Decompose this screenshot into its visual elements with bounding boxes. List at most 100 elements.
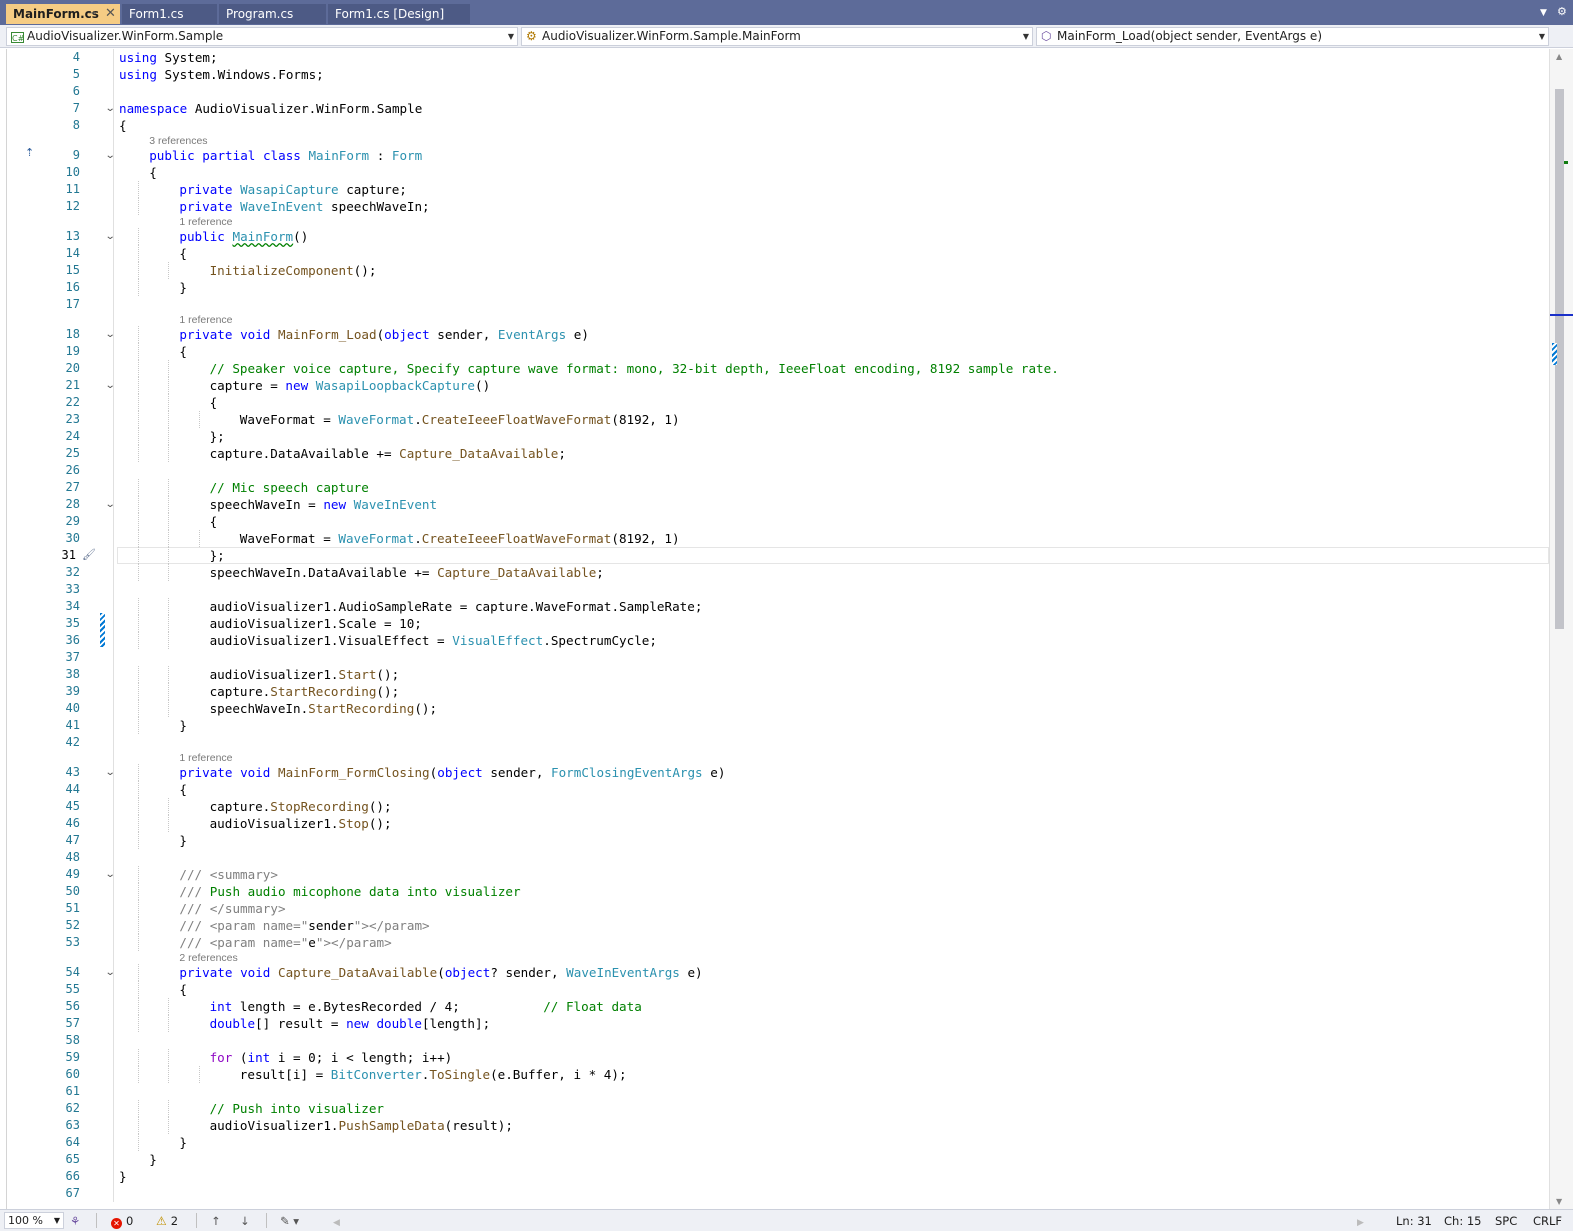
fold-chevron-icon[interactable]: ⌄	[105, 866, 116, 883]
code-line[interactable]: 33	[0, 581, 1549, 598]
code-line[interactable]: 27 // Mic speech capture	[0, 479, 1549, 496]
code-line[interactable]: 60 result[i] = BitConverter.ToSingle(e.Bu…	[0, 1066, 1549, 1083]
code-line[interactable]: 17	[0, 296, 1549, 313]
code-line[interactable]: 12 private WaveInEvent speechWaveIn;	[0, 198, 1549, 215]
code-line[interactable]: 32 speechWaveIn.DataAvailable += Capture_…	[0, 564, 1549, 581]
code-line[interactable]: 14 {	[0, 245, 1549, 262]
code-line[interactable]: 5 using System.Windows.Forms;	[0, 66, 1549, 83]
code-line[interactable]: 52 /// <param name="sender"></param>	[0, 917, 1549, 934]
implements-glyph-icon[interactable]: ⇡	[25, 146, 34, 159]
line-ending[interactable]: CRLF	[1533, 1213, 1562, 1229]
member-dropdown[interactable]: ⬡ MainForm_Load(object sender, EventArgs …	[1036, 27, 1549, 46]
code-line[interactable]: 41}	[0, 717, 1549, 734]
indentation-mode[interactable]: SPC	[1495, 1213, 1517, 1229]
code-line[interactable]: 61	[0, 1083, 1549, 1100]
code-line[interactable]: 66}	[0, 1168, 1549, 1185]
code-line[interactable]: 6	[0, 83, 1549, 100]
code-line[interactable]: 54 ⌄ private void Capture_DataAvailable(ob…	[0, 964, 1549, 981]
fold-chevron-icon[interactable]: ⌄	[105, 377, 116, 394]
code-line[interactable]: 23 WaveFormat = WaveFormat.CreateIeeeFloa…	[0, 411, 1549, 428]
code-line[interactable]: 59 for (int i = 0; i < length; i++)	[0, 1049, 1549, 1066]
fold-chevron-icon[interactable]: ⌄	[105, 100, 116, 117]
codelens-references[interactable]: 1 reference	[179, 216, 232, 228]
codelens-references[interactable]: 1 reference	[179, 752, 232, 764]
code-line[interactable]: 63 audioVisualizer1.PushSampleData(result…	[0, 1117, 1549, 1134]
tab-form1-cs[interactable]: Form1.cs	[122, 4, 217, 24]
project-dropdown[interactable]: C# AudioVisualizer.WinForm.Sample ▼	[6, 27, 518, 46]
code-line[interactable]: 57 double[] result = new double[length];	[0, 1015, 1549, 1032]
code-line[interactable]: 48	[0, 849, 1549, 866]
previous-issue-icon[interactable]: ↑	[211, 1213, 221, 1229]
code-line[interactable]: 58	[0, 1032, 1549, 1049]
code-line[interactable]: 40 speechWaveIn.StartRecording();	[0, 700, 1549, 717]
code-line[interactable]: 43 ⌄ private void MainForm_FormClosing(obj…	[0, 764, 1549, 781]
code-line[interactable]: 30 WaveFormat = WaveFormat.CreateIeeeFloa…	[0, 530, 1549, 547]
code-line[interactable]: 47}	[0, 832, 1549, 849]
code-line[interactable]: 18 ⌄ private void MainForm_Load(object sen…	[0, 326, 1549, 343]
code-line[interactable]: 28 ⌄ speechWaveIn = new WaveInEvent	[0, 496, 1549, 513]
fold-chevron-icon[interactable]: ⌄	[105, 228, 116, 245]
code-line[interactable]: 10 {	[0, 164, 1549, 181]
code-line[interactable]: 46 audioVisualizer1.Stop();	[0, 815, 1549, 832]
fold-chevron-icon[interactable]: ⌄	[105, 496, 116, 513]
code-line[interactable]: 16}	[0, 279, 1549, 296]
tab-mainform-cs[interactable]: MainForm.cs ⊸ ✕	[6, 4, 120, 24]
code-line[interactable]: 36 audioVisualizer1.VisualEffect = Visual…	[0, 632, 1549, 649]
code-line[interactable]: 20 // Speaker voice capture, Specify capt…	[0, 360, 1549, 377]
code-line[interactable]: 38 audioVisualizer1.Start();	[0, 666, 1549, 683]
copilot-icon[interactable]: ⚘	[70, 1213, 80, 1229]
code-line[interactable]: 11 private WasapiCapture capture;	[0, 181, 1549, 198]
fold-chevron-icon[interactable]: ⌄	[105, 764, 116, 781]
code-line[interactable]: 49 ⌄ /// <summary>	[0, 866, 1549, 883]
code-line[interactable]: 42	[0, 734, 1549, 751]
fold-chevron-icon[interactable]: ⌄	[105, 964, 116, 981]
close-icon[interactable]: ✕	[105, 4, 116, 24]
line-indicator[interactable]: Ln: 31	[1396, 1213, 1432, 1229]
fold-chevron-icon[interactable]: ⌄	[105, 147, 116, 164]
scroll-right-icon[interactable]: ▶	[1357, 1215, 1364, 1231]
code-line[interactable]: 34 audioVisualizer1.AudioSampleRate = cap…	[0, 598, 1549, 615]
scroll-left-icon[interactable]: ◀	[333, 1215, 340, 1231]
pin-icon[interactable]: ⊸	[88, 4, 96, 24]
code-line[interactable]: 37	[0, 649, 1549, 666]
codelens-references[interactable]: 1 reference	[179, 314, 232, 326]
tab-overflow-dropdown-icon[interactable]: ▼	[1540, 8, 1547, 18]
code-line[interactable]: 13 ⌄ public MainForm()	[0, 228, 1549, 245]
code-line[interactable]: 🖌 31};	[0, 547, 1549, 564]
code-line[interactable]: 7 ⌄ namespace AudioVisualizer.WinForm.Samp…	[0, 100, 1549, 117]
code-line[interactable]: 62 // Push into visualizer	[0, 1100, 1549, 1117]
code-line[interactable]: 44 {	[0, 781, 1549, 798]
code-line[interactable]: 21 ⌄ capture = new WasapiLoopbackCapture()	[0, 377, 1549, 394]
error-count[interactable]: ✕ 0	[111, 1213, 133, 1229]
codelens-references[interactable]: 2 references	[179, 952, 237, 964]
code-editor[interactable]: 4 using System; 5 using System.Windows.Form…	[0, 49, 1549, 1209]
code-line[interactable]: 22 {	[0, 394, 1549, 411]
code-line[interactable]: 50 /// Push audio micophone data into vis…	[0, 883, 1549, 900]
code-line[interactable]: 25 capture.DataAvailable += Capture_DataA…	[0, 445, 1549, 462]
code-line[interactable]: 53 /// <param name="e"></param>	[0, 934, 1549, 951]
next-issue-icon[interactable]: ↓	[240, 1213, 250, 1229]
codelens-references[interactable]: 3 references	[149, 135, 207, 147]
code-line[interactable]: 64}	[0, 1134, 1549, 1151]
scroll-down-icon[interactable]: ▼	[1556, 1197, 1562, 1206]
code-line[interactable]: 56 int length = e.BytesRecorded / 4; // F…	[0, 998, 1549, 1015]
code-line[interactable]: 45 capture.StopRecording();	[0, 798, 1549, 815]
tab-form1-design[interactable]: Form1.cs [Design]	[328, 4, 470, 24]
code-line[interactable]: 29 {	[0, 513, 1549, 530]
code-line[interactable]: 39 capture.StartRecording();	[0, 683, 1549, 700]
type-dropdown[interactable]: ⚙ AudioVisualizer.WinForm.Sample.MainForm…	[521, 27, 1033, 46]
code-line[interactable]: 67	[0, 1185, 1549, 1202]
quick-actions-brush-icon[interactable]: 🖌	[82, 548, 96, 561]
code-line[interactable]: 35 audioVisualizer1.Scale = 10;	[0, 615, 1549, 632]
tab-program-cs[interactable]: Program.cs	[219, 4, 326, 24]
column-indicator[interactable]: Ch: 15	[1444, 1213, 1481, 1229]
code-line[interactable]: 26	[0, 462, 1549, 479]
code-line[interactable]: 15 InitializeComponent();	[0, 262, 1549, 279]
code-line[interactable]: 51 /// </summary>	[0, 900, 1549, 917]
code-line[interactable]: 4 using System;	[0, 49, 1549, 66]
fold-chevron-icon[interactable]: ⌄	[105, 326, 116, 343]
vertical-scrollbar[interactable]: ▲ ▼	[1549, 49, 1573, 1209]
code-line[interactable]: 19 {	[0, 343, 1549, 360]
code-cleanup-brush-icon[interactable]: ✎ ▾	[280, 1213, 299, 1229]
code-line[interactable]: 55 {	[0, 981, 1549, 998]
